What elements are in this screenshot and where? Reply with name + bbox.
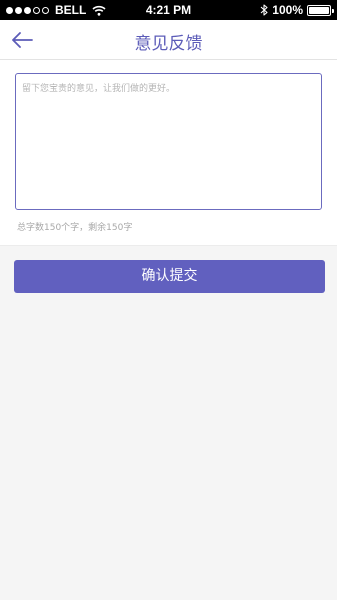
battery-cap [332, 8, 334, 13]
status-bar: BELL 4:21 PM 100% [0, 0, 337, 20]
feedback-section: 总字数150个字，剩余150字 [0, 60, 337, 246]
char-count-hint: 总字数150个字，剩余150字 [17, 223, 133, 233]
battery-fill [309, 6, 329, 14]
battery-percentage: 100% [272, 3, 303, 17]
page-title: 意见反馈 [134, 34, 203, 54]
status-right: 100% [260, 3, 334, 17]
bluetooth-icon [260, 4, 268, 16]
nav-bar: 意见反馈 [0, 20, 337, 60]
submit-button[interactable]: 确认提交 [14, 260, 325, 293]
battery-icon [307, 4, 334, 16]
feedback-textarea[interactable] [15, 73, 322, 210]
